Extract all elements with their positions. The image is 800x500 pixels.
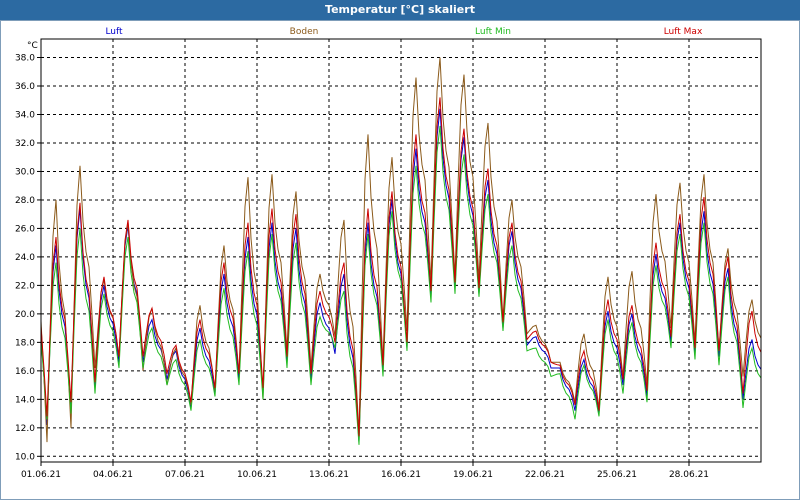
y-axis-unit-label: °C — [27, 41, 38, 51]
y-tick-label: 14.0 — [15, 395, 35, 405]
legend-item: Luft Max — [664, 27, 703, 37]
x-tick-label: 25.06.21 — [597, 470, 637, 480]
chart-frame: 10.0 12.0 14.0 16.0 18.0 20.0 22.0 24.0 26.0 28.0… — [0, 20, 800, 500]
y-tick-label: 28.0 — [15, 196, 35, 206]
y-tick-label: 22.0 — [15, 281, 35, 291]
y-tick-label: 32.0 — [15, 139, 35, 149]
x-tick-label: 22.06.21 — [525, 470, 565, 480]
y-tick-label: 12.0 — [15, 424, 35, 434]
y-tick-label: 20.0 — [15, 310, 35, 320]
y-tick-label: 38.0 — [15, 54, 35, 64]
y-tick-label: 10.0 — [15, 452, 35, 462]
y-tick-label: 34.0 — [15, 110, 35, 120]
series-line-luft — [40, 108, 762, 443]
legend-item: Luft Min — [475, 27, 511, 37]
y-tick-label: 36.0 — [15, 82, 35, 92]
temperature-chart: 10.0 12.0 14.0 16.0 18.0 20.0 22.0 24.0 26.0 28.0… — [15, 27, 762, 480]
y-tick-label: 24.0 — [15, 253, 35, 263]
series-line-boden — [40, 57, 762, 443]
x-tick-label: 19.06.21 — [453, 470, 493, 480]
x-tick-label: 10.06.21 — [237, 470, 277, 480]
y-tick-label: 26.0 — [15, 224, 35, 234]
legend-item: Boden — [290, 27, 319, 37]
window-title: Temperatur [°C] skaliert — [0, 0, 800, 20]
y-tick-label: 30.0 — [15, 167, 35, 177]
legend: Luft Boden Luft Min Luft Max — [105, 27, 703, 37]
y-tick-label: 18.0 — [15, 338, 35, 348]
x-tick-label: 13.06.21 — [309, 470, 349, 480]
legend-item: Luft — [105, 27, 123, 37]
x-tick-label: 07.06.21 — [165, 470, 205, 480]
y-tick-label: 16.0 — [15, 367, 35, 377]
x-tick-label: 28.06.21 — [669, 470, 709, 480]
x-tick-label: 01.06.21 — [21, 470, 61, 480]
x-tick-label: 16.06.21 — [381, 470, 421, 480]
x-tick-label: 04.06.21 — [93, 470, 133, 480]
